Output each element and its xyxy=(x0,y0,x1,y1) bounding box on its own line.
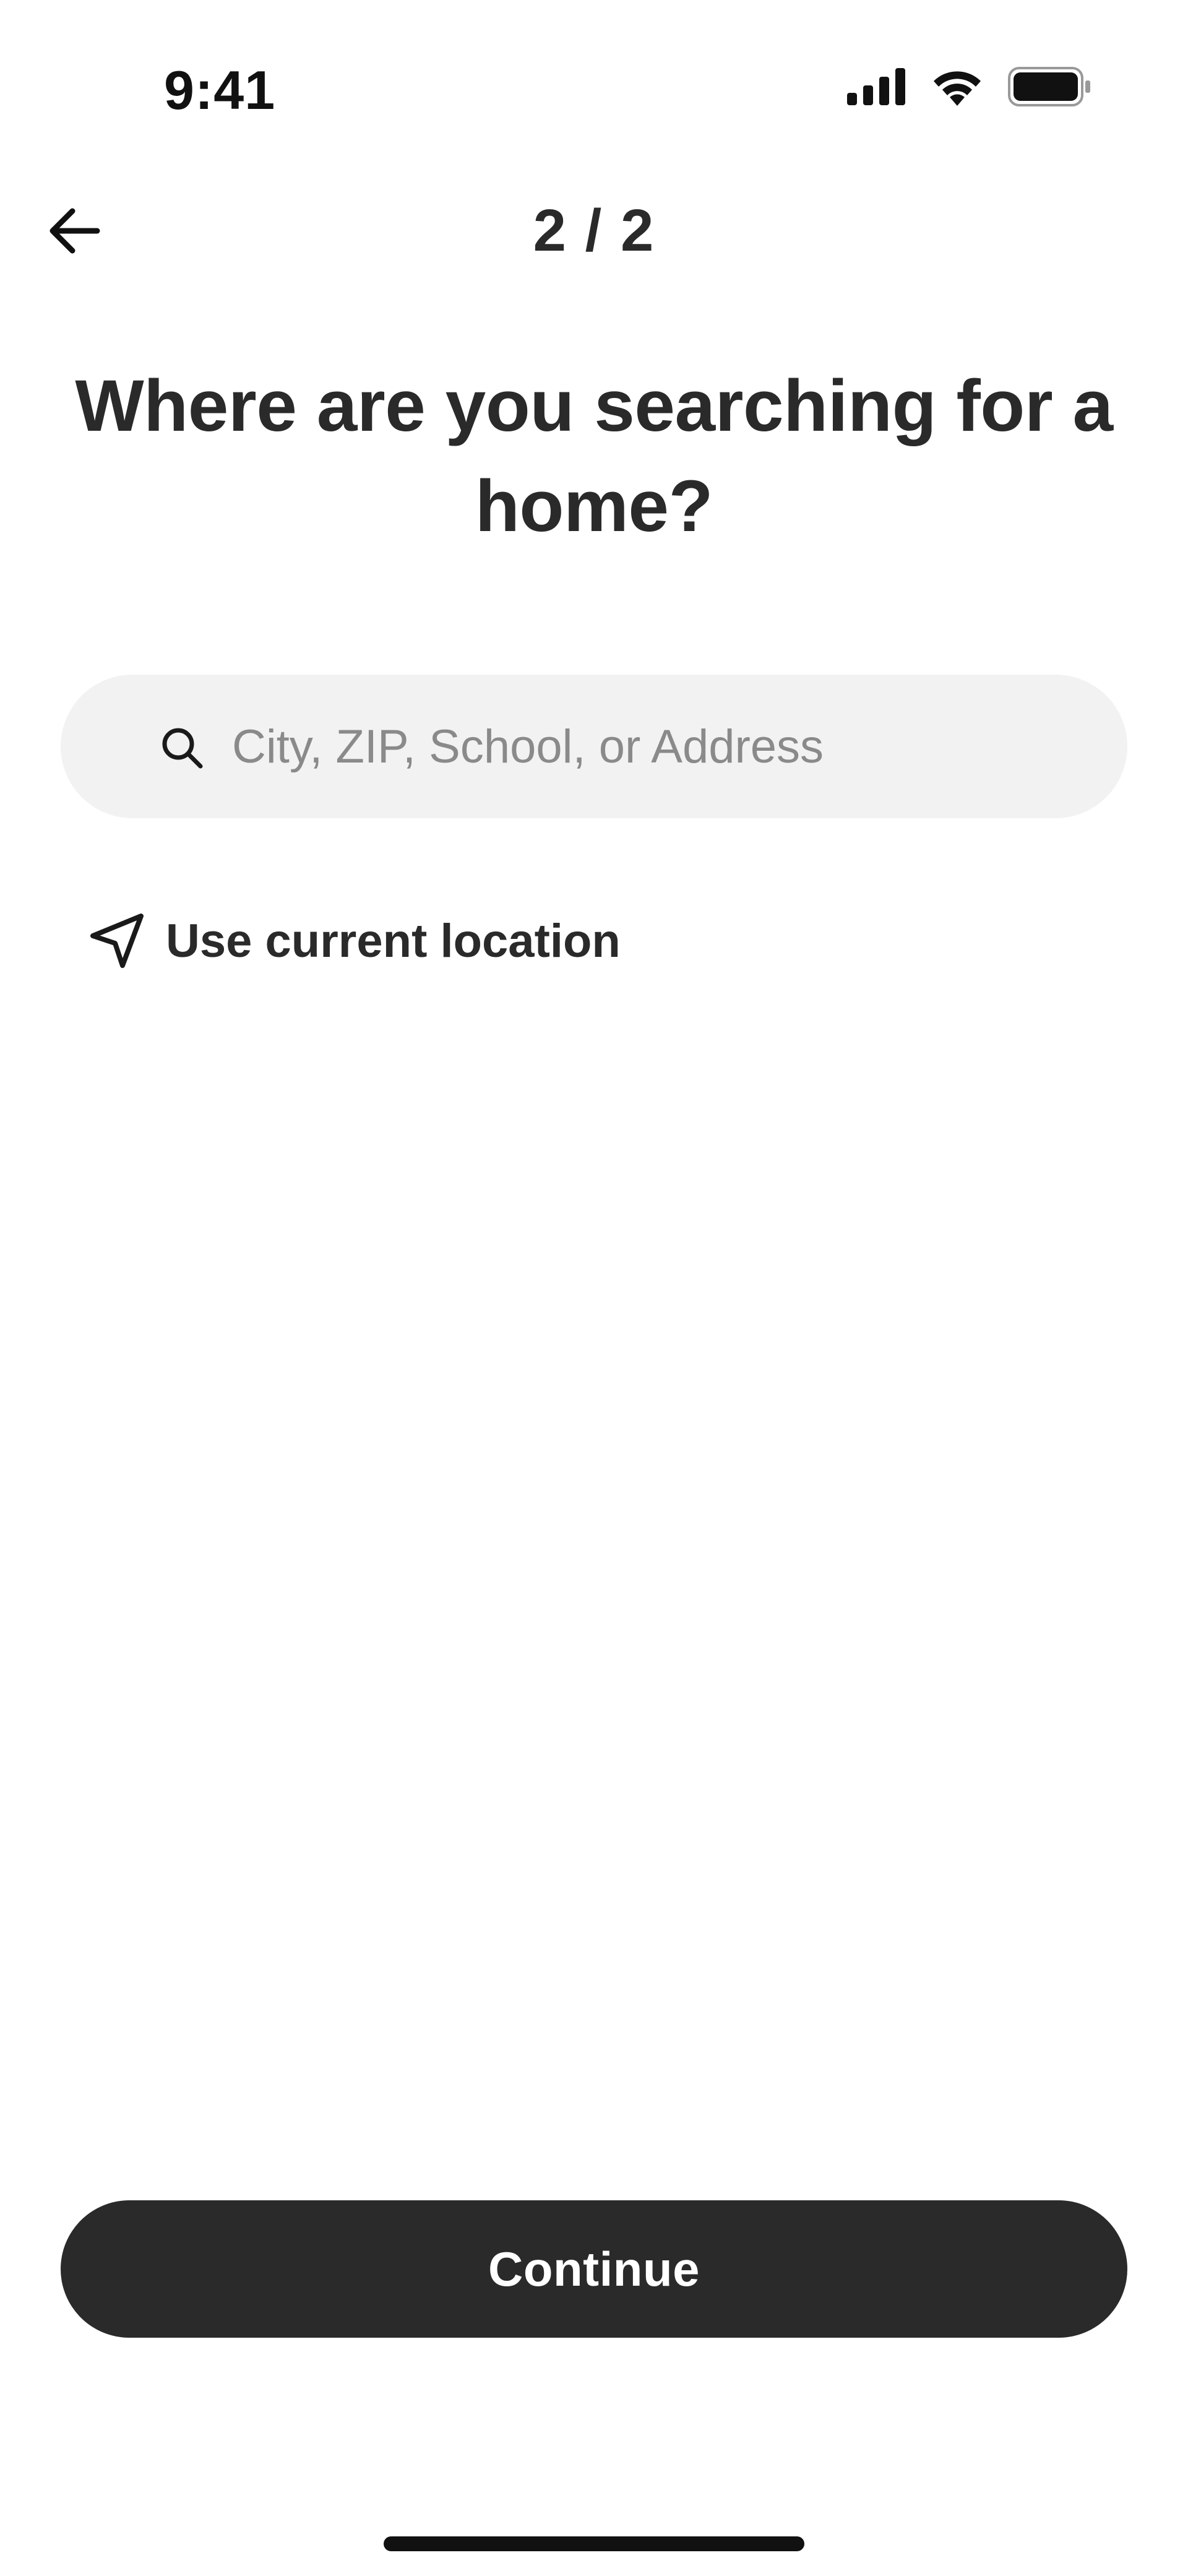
wifi-icon xyxy=(931,67,983,109)
page-title: Where are you searching for a home? xyxy=(75,365,1113,547)
header: 2 / 2 xyxy=(0,186,1188,272)
use-current-location-button[interactable]: Use current location xyxy=(87,904,621,978)
continue-button[interactable]: Continue xyxy=(61,2200,1127,2338)
home-indicator xyxy=(384,2536,804,2551)
step-indicator: 2 / 2 xyxy=(533,197,655,264)
navigation-arrow-icon xyxy=(87,910,148,972)
cellular-signal-icon xyxy=(847,68,906,108)
battery-icon xyxy=(1008,67,1092,110)
search-icon xyxy=(160,725,204,770)
status-icons xyxy=(847,67,1092,110)
status-bar: 9:41 xyxy=(0,0,1188,155)
use-current-location-label: Use current location xyxy=(166,914,621,967)
search-input[interactable] xyxy=(231,699,1149,793)
status-time: 9:41 xyxy=(164,59,276,121)
continue-label: Continue xyxy=(488,2241,700,2296)
search-box[interactable] xyxy=(61,675,1149,818)
